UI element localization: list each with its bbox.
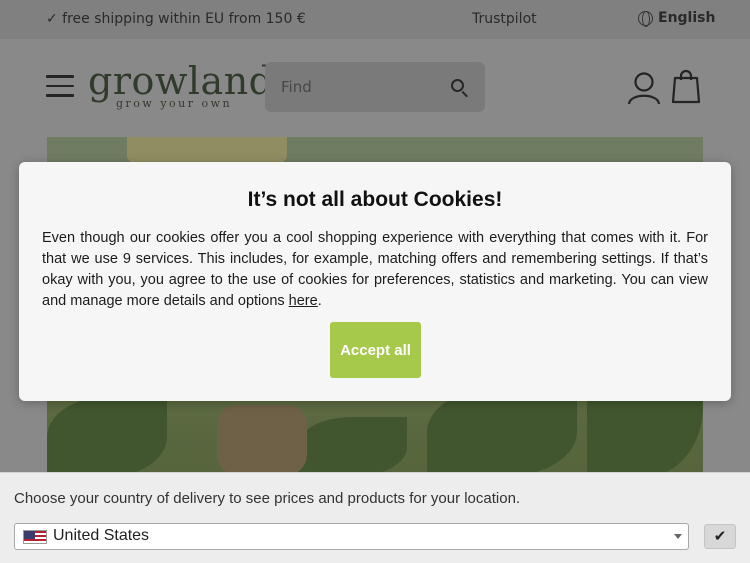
delivery-country-message: Choose your country of delivery to see p… bbox=[14, 490, 521, 507]
cookie-consent-dialog: It’s not all about Cookies! Even though … bbox=[19, 162, 731, 401]
country-select-value: United States bbox=[53, 527, 150, 544]
us-flag-icon bbox=[23, 530, 47, 544]
country-select[interactable]: United States bbox=[14, 523, 689, 550]
chevron-down-icon bbox=[674, 534, 682, 539]
cookie-details-link[interactable]: here bbox=[289, 293, 318, 309]
cookie-dialog-title: It’s not all about Cookies! bbox=[247, 188, 503, 211]
accept-all-button[interactable]: Accept all bbox=[330, 322, 421, 378]
delivery-country-bar: Choose your country of delivery to see p… bbox=[0, 472, 750, 563]
confirm-country-button[interactable]: ✔ bbox=[704, 524, 736, 549]
cookie-dialog-text: Even though our cookies offer you a cool… bbox=[42, 230, 708, 309]
